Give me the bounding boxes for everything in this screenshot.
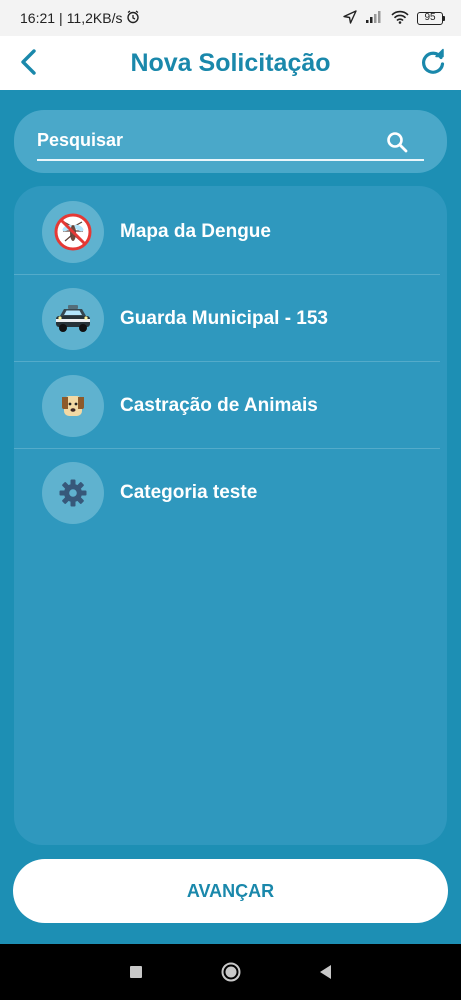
back-nav-button[interactable] xyxy=(315,962,335,982)
status-network-speed: 11,2KB/s xyxy=(66,10,123,26)
app-header: Nova Solicitação xyxy=(0,36,461,90)
search-input[interactable] xyxy=(37,126,397,154)
chevron-left-icon xyxy=(21,49,36,75)
location-icon xyxy=(343,9,357,27)
list-item-label: Categoria teste xyxy=(120,481,258,503)
triangle-left-icon xyxy=(320,965,331,979)
battery-level: 95 xyxy=(417,11,443,25)
page-title: Nova Solicitação xyxy=(130,48,331,77)
status-time: 16:21 xyxy=(20,10,56,26)
list-item-mapa-da-dengue[interactable]: Mapa da Dengue xyxy=(14,188,440,275)
gear-icon xyxy=(42,462,104,524)
system-nav-bar xyxy=(0,944,461,1000)
list-item-categoria-teste[interactable]: Categoria teste xyxy=(14,449,440,536)
category-list: Mapa da Dengue Guarda Municipal - 153 Ca… xyxy=(14,186,447,845)
battery-icon: 95 xyxy=(417,11,445,25)
circle-icon xyxy=(221,962,241,982)
dog-icon xyxy=(42,375,104,437)
wifi-icon xyxy=(391,10,409,27)
list-item-label: Guarda Municipal - 153 xyxy=(120,307,328,329)
home-button[interactable] xyxy=(221,962,241,982)
police-car-icon xyxy=(42,288,104,350)
list-item-guarda-municipal[interactable]: Guarda Municipal - 153 xyxy=(14,275,440,362)
status-left: 16:21 | 11,2KB/s xyxy=(20,9,140,27)
status-separator: | xyxy=(59,10,63,26)
no-mosquito-icon xyxy=(42,201,104,263)
alarm-icon xyxy=(126,9,140,27)
square-icon xyxy=(130,966,142,978)
refresh-icon xyxy=(422,48,445,74)
signal-icon xyxy=(365,10,383,27)
recents-button[interactable] xyxy=(126,962,146,982)
list-item-label: Mapa da Dengue xyxy=(120,220,271,242)
refresh-button[interactable] xyxy=(417,46,449,78)
search-icon[interactable] xyxy=(385,130,409,154)
advance-button[interactable]: AVANÇAR xyxy=(13,859,448,923)
status-right: 95 xyxy=(343,9,445,27)
search-underline xyxy=(37,159,424,161)
list-item-label: Castração de Animais xyxy=(120,394,318,416)
status-bar: 16:21 | 11,2KB/s 95 xyxy=(0,0,461,36)
search-bar xyxy=(14,110,447,173)
back-button[interactable] xyxy=(12,46,44,78)
list-item-castracao-de-animais[interactable]: Castração de Animais xyxy=(14,362,440,449)
